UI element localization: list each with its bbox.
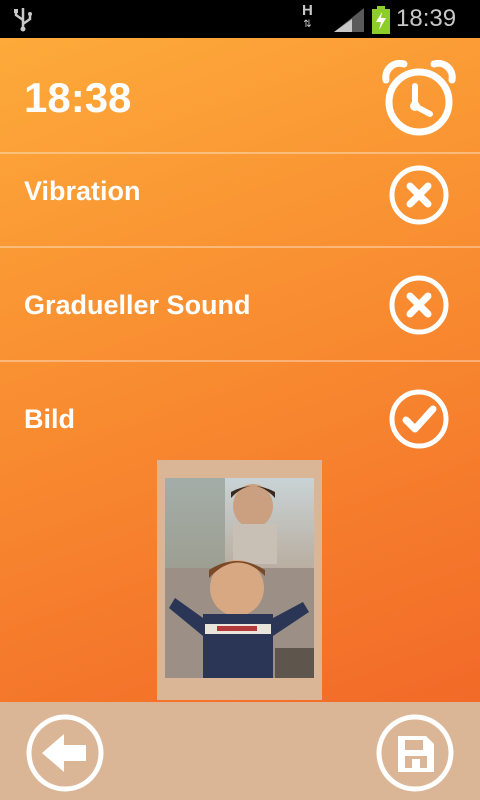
status-clock: 18:39 <box>396 5 457 32</box>
close-circle-icon[interactable] <box>388 164 450 231</box>
alarm-header: 18:38 <box>0 38 480 152</box>
usb-icon <box>12 6 34 37</box>
check-circle-icon[interactable] <box>388 388 450 455</box>
close-circle-icon[interactable] <box>388 274 450 341</box>
setting-row-image[interactable]: Bild <box>0 360 480 462</box>
setting-row-vibration[interactable]: Vibration <box>0 152 480 248</box>
alarm-clock-icon[interactable] <box>378 58 460 145</box>
save-icon[interactable] <box>374 712 456 799</box>
status-bar: H ⇅ 18:39 <box>0 0 480 38</box>
signal-icon <box>332 8 366 37</box>
setting-label: Gradueller Sound <box>24 290 251 320</box>
data-arrows-icon: ⇅ <box>303 19 312 30</box>
photo-thumbnail <box>165 478 314 678</box>
alarm-time[interactable]: 18:38 <box>24 74 131 122</box>
setting-label: Bild <box>24 404 75 434</box>
image-preview[interactable] <box>157 460 322 700</box>
battery-charging-icon <box>372 6 390 39</box>
network-type-indicator: H ⇅ <box>302 2 313 30</box>
setting-label: Vibration <box>24 176 141 206</box>
back-arrow-icon[interactable] <box>24 712 106 799</box>
alarm-settings-panel: 18:38 Vibration Gradueller Sound Bild <box>0 38 480 702</box>
setting-row-gradual-sound[interactable]: Gradueller Sound <box>0 246 480 360</box>
bottom-bar <box>0 702 480 800</box>
